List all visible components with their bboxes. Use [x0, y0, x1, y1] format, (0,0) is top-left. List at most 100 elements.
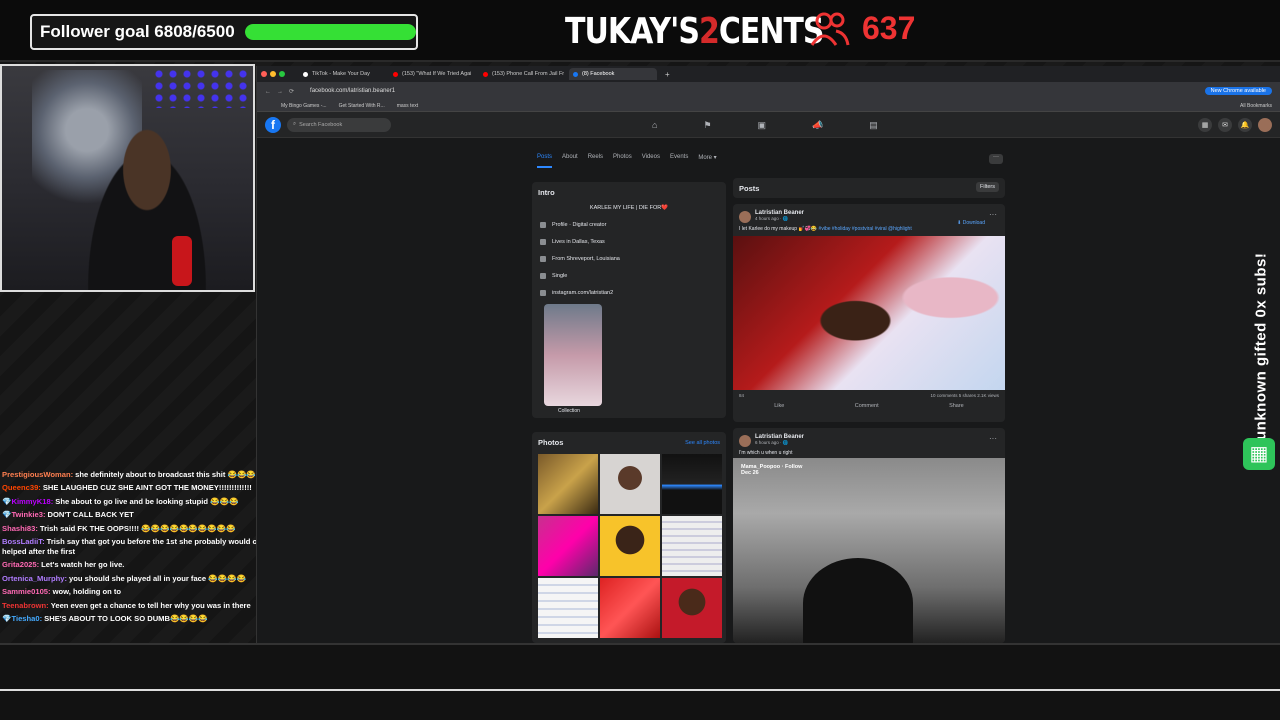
intro-row: Single	[540, 273, 720, 279]
chat-username[interactable]: Shashi83:	[2, 524, 38, 533]
intro-row[interactable]: instagram.com/latristian2	[540, 290, 720, 296]
chat-message: 💎Twinkie3: DON'T CALL BACK YET	[0, 508, 262, 521]
see-all-photos-link[interactable]: See all photos	[685, 440, 720, 446]
window-controls[interactable]	[261, 71, 285, 77]
chat-message: BossLadiiT: Trish say that got you before…	[0, 535, 262, 558]
browser-window: TikTok - Make Your Day (153) "What If We…	[256, 66, 1280, 643]
chat-username[interactable]: 💎KimmyK18:	[2, 497, 53, 506]
viewer-count-value: 637	[862, 10, 916, 46]
photo-thumb[interactable]	[600, 454, 660, 514]
bookmark-item[interactable]: Get Started With R...	[339, 103, 385, 109]
gaming-icon[interactable]: ▤	[869, 120, 878, 131]
users-icon	[810, 12, 850, 46]
chat-message: Sammie0105: wow, holding on to	[0, 585, 262, 598]
post-card: Latristian Beaner 6 hours ago · 🌐 ··· I'…	[733, 428, 1005, 643]
photo-thumb[interactable]	[662, 578, 722, 638]
intro-card: Intro KARLEE MY LIFE | DIE FOR❤️ Profile…	[532, 182, 726, 418]
profile-more-button[interactable]: ···	[989, 154, 1003, 164]
post-text: I'm which u when u right	[739, 450, 793, 456]
home-icon	[540, 239, 546, 245]
intro-row-text: From Shreveport, Louisiana	[552, 256, 620, 262]
avatar[interactable]	[1258, 117, 1272, 132]
new-chrome-button[interactable]: New Chrome available	[1204, 87, 1272, 95]
reaction-count[interactable]: 84	[739, 393, 744, 398]
engagement-stats[interactable]: 10 comments 5 shares 2.1K views	[930, 393, 999, 398]
posts-title: Posts	[739, 184, 760, 193]
marketplace-icon[interactable]: ▣	[758, 120, 767, 131]
home-icon[interactable]: ⌂	[652, 120, 657, 131]
sub-gift-banner: unknown gifted 0x subs!	[1252, 252, 1270, 440]
like-button[interactable]: Like	[774, 403, 784, 409]
chat-username[interactable]: Queenc39:	[2, 483, 41, 492]
chat-message: Queenc39: SHE LAUGHED CUZ SHE AINT GOT TH…	[0, 481, 262, 494]
tab-events[interactable]: Events	[670, 154, 688, 168]
post-text: I let Karlee do my makeup 💅💞😂 #vibe #hol…	[739, 226, 999, 232]
chat-text: wow, holding on to	[52, 587, 122, 597]
comment-button[interactable]: Comment	[855, 403, 879, 409]
featured-collection[interactable]	[544, 304, 602, 406]
post-hashtags[interactable]: #vibe #holiday #postviral #viral @highli…	[819, 226, 912, 232]
bookmark-item[interactable]: mass text	[397, 103, 418, 109]
photo-thumb[interactable]	[662, 516, 722, 576]
tab-posts[interactable]: Posts	[537, 154, 553, 168]
bookmark-item[interactable]: My Bingo Games -...	[281, 103, 327, 109]
post-video[interactable]	[733, 236, 1005, 390]
chat-username[interactable]: Sammie0105:	[2, 587, 51, 596]
intro-title: Intro	[538, 188, 555, 197]
browser-tab-active[interactable]: (8) Facebook	[569, 68, 657, 80]
profile-icon	[540, 222, 546, 228]
notifications-icon[interactable]: 🔔	[1238, 117, 1252, 132]
photo-thumb[interactable]	[600, 516, 660, 576]
post-more-icon[interactable]: ···	[989, 434, 997, 443]
nav-buttons-icon[interactable]: ←→⟳	[265, 88, 300, 95]
tab-about[interactable]: About	[562, 154, 578, 168]
chat-text: she definitely about to broadcast this s…	[75, 470, 256, 479]
photo-thumb[interactable]	[538, 578, 598, 638]
profile-tabs: Posts About Reels Photos Videos Events M…	[537, 154, 717, 168]
messenger-icon[interactable]: ✉	[1218, 117, 1232, 132]
browser-tab[interactable]: TikTok - Make Your Day	[299, 68, 387, 80]
browser-tab[interactable]: (153) "What If We Tried Agai	[389, 68, 477, 80]
all-bookmarks[interactable]: All Bookmarks	[1240, 103, 1272, 109]
chat-username[interactable]: 💎Tiesha0:	[2, 614, 42, 623]
chat-username[interactable]: BossLadiiT:	[2, 537, 45, 546]
photo-thumb[interactable]	[662, 454, 722, 514]
intro-bio: KARLEE MY LIFE | DIE FOR❤️	[589, 205, 669, 211]
chat-text: Let's watch her go live.	[41, 560, 125, 570]
chat-username[interactable]: PrestigiousWoman:	[2, 470, 73, 479]
facebook-search-input[interactable]: ⌕ Search Facebook	[287, 117, 391, 132]
photo-thumb[interactable]	[538, 516, 598, 576]
photo-thumb[interactable]	[600, 578, 660, 638]
tab-reels[interactable]: Reels	[588, 154, 603, 168]
avatar[interactable]	[739, 211, 751, 223]
facebook-logo-icon[interactable]: f	[265, 116, 281, 133]
tab-videos[interactable]: Videos	[642, 154, 660, 168]
intro-row-text: Single	[552, 273, 568, 279]
share-button[interactable]: Share	[949, 403, 964, 409]
chat-username[interactable]: Grita2025:	[2, 560, 39, 569]
microphone	[172, 236, 192, 286]
chat-text: DON'T CALL BACK YET	[47, 510, 134, 520]
post-more-icon[interactable]: ···	[989, 210, 997, 219]
tab-photos[interactable]: Photos	[613, 154, 632, 168]
download-button[interactable]: ⬇ Download	[957, 220, 985, 226]
post-video[interactable]: Mama_Poopoo · Follow Dec 26	[733, 458, 1005, 643]
tab-more[interactable]: More ▾	[698, 154, 716, 168]
chat-username[interactable]: 💎Twinkie3:	[2, 510, 46, 519]
facebook-main-nav: ⌂ ⚑ ▣ 📣 ▤	[652, 120, 878, 131]
browser-tab[interactable]: (153) Phone Call From Jail Fr	[479, 68, 567, 80]
filters-button[interactable]: Filters	[976, 182, 999, 192]
flag-icon[interactable]: ⚑	[703, 120, 711, 131]
new-tab-icon[interactable]: +	[665, 70, 670, 79]
menu-grid-icon[interactable]: ▦	[1198, 117, 1212, 132]
intro-link[interactable]: instagram.com/latristian2	[552, 290, 613, 296]
chat-username[interactable]: Teenabrown:	[2, 601, 49, 610]
overlay-topbar: Follower goal 6808/6500 TUKAY'S2CENTS 63…	[0, 0, 1280, 62]
photo-grid	[538, 454, 722, 638]
avatar[interactable]	[739, 435, 751, 447]
logo-text-two: 2	[698, 10, 720, 53]
url-field[interactable]: facebook.com/latristian.beaner1	[310, 88, 1205, 94]
photo-thumb[interactable]	[538, 454, 598, 514]
chat-username[interactable]: Ortenica_Murphy:	[2, 574, 67, 583]
megaphone-icon[interactable]: 📣	[812, 120, 823, 131]
